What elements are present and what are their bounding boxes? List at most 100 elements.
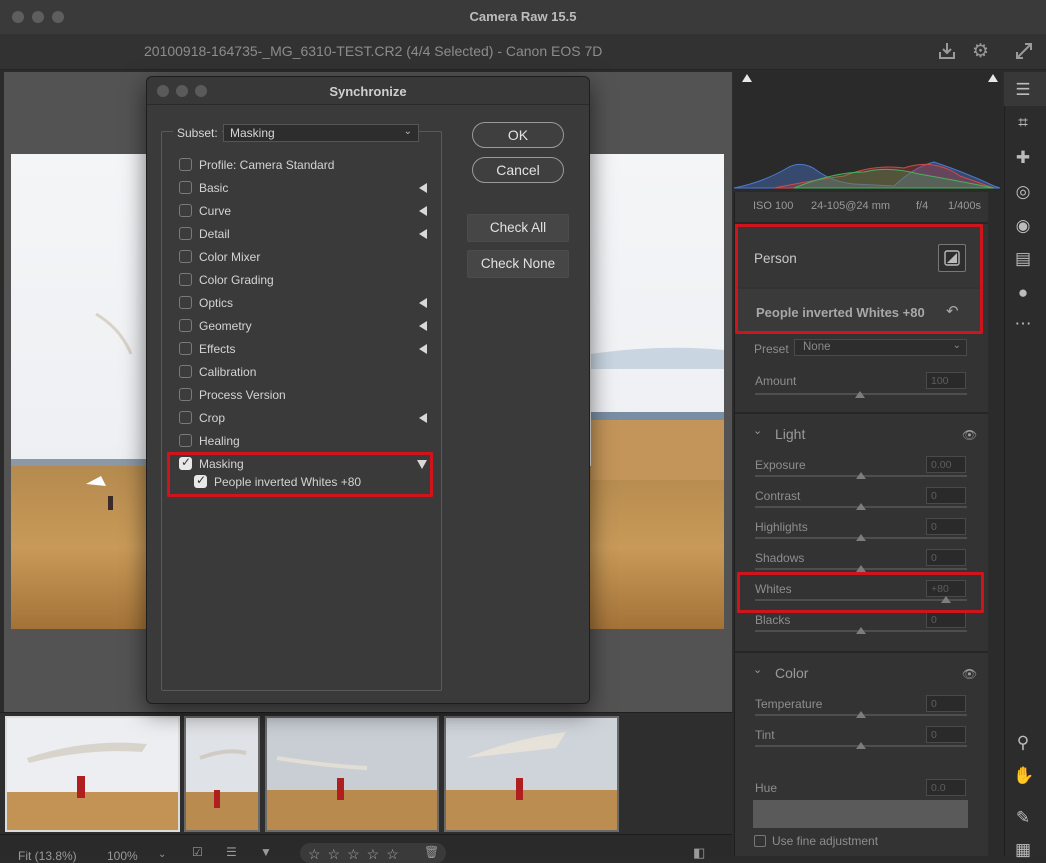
edit-sliders-icon[interactable]: ☰ xyxy=(1013,80,1033,100)
hue-input[interactable]: 0.0 xyxy=(926,779,966,796)
slider-value-input[interactable]: 0 xyxy=(926,518,966,535)
slider-value-input[interactable]: 0 xyxy=(926,549,966,566)
eye-icon[interactable]: 👁 xyxy=(962,667,977,681)
slider-thumb[interactable] xyxy=(856,711,866,718)
masking-icon[interactable]: ◎ xyxy=(1013,182,1033,202)
sync-item-checkbox[interactable] xyxy=(179,342,192,355)
eyedropper-icon[interactable]: ✎ xyxy=(1013,808,1033,828)
slider-label: Shadows xyxy=(755,551,805,565)
slider-value-input[interactable]: 0 xyxy=(926,611,966,628)
save-icon[interactable] xyxy=(937,41,957,61)
check-all-button[interactable]: Check All xyxy=(467,214,569,242)
expand-triangle-icon[interactable] xyxy=(419,206,427,216)
sync-item-label: Basic xyxy=(199,181,229,195)
sync-item-checkbox[interactable] xyxy=(179,434,192,447)
compare-view-icon[interactable]: ◧ xyxy=(693,845,705,861)
sync-item-label: Color Grading xyxy=(199,273,274,287)
crop-icon[interactable]: ⌗ xyxy=(1013,113,1033,133)
gear-icon[interactable]: ⚙ xyxy=(972,40,989,63)
expand-triangle-icon[interactable] xyxy=(419,298,427,308)
filmstrip-thumbnail[interactable] xyxy=(444,716,619,832)
expand-triangle-icon[interactable] xyxy=(419,321,427,331)
amount-input[interactable]: 100 xyxy=(926,372,966,389)
sync-item-checkbox[interactable] xyxy=(179,365,192,378)
fit-zoom-label[interactable]: Fit (13.8%) xyxy=(18,849,77,863)
filmstrip-thumbnail[interactable] xyxy=(184,716,260,832)
red-eye-icon[interactable]: ◉ xyxy=(1013,216,1033,236)
collapse-light-icon[interactable]: ⌄ xyxy=(753,424,762,437)
sync-item-checkbox[interactable] xyxy=(179,411,192,424)
chevron-down-icon[interactable]: ⌄ xyxy=(158,849,166,860)
file-info-bar: 20100918-164735-_MG_6310-TEST.CR2 (4/4 S… xyxy=(0,34,1046,70)
hand-tool-icon[interactable]: ✋ xyxy=(1013,766,1034,786)
sync-item-checkbox[interactable] xyxy=(179,273,192,286)
sync-item-checkbox[interactable] xyxy=(179,227,192,240)
slider-thumb[interactable] xyxy=(856,627,866,634)
slider-label: Exposure xyxy=(755,458,806,472)
light-section-title[interactable]: Light xyxy=(775,426,805,442)
slider-value-input[interactable]: 0 xyxy=(926,726,966,743)
preset-select[interactable]: None ⌄ xyxy=(794,339,967,356)
healing-icon[interactable]: ✚ xyxy=(1013,148,1033,168)
check-none-button[interactable]: Check None xyxy=(467,250,569,278)
slider-thumb[interactable] xyxy=(856,472,866,479)
sync-item-checkbox[interactable] xyxy=(179,181,192,194)
slider-thumb[interactable] xyxy=(856,565,866,572)
subset-select[interactable]: Masking ⌄ xyxy=(223,124,419,142)
expand-triangle-icon[interactable] xyxy=(419,413,427,423)
sync-item-label: Healing xyxy=(199,434,240,448)
sync-item-checkbox[interactable] xyxy=(179,296,192,309)
filmstrip-thumbnail[interactable] xyxy=(265,716,439,832)
ok-button[interactable]: OK xyxy=(472,122,564,148)
snapshots-icon[interactable]: ▤ xyxy=(1013,249,1033,269)
slider-label: Temperature xyxy=(755,697,823,711)
slider-label: Highlights xyxy=(755,520,808,534)
cancel-button[interactable]: Cancel xyxy=(472,157,564,183)
color-section-title[interactable]: Color xyxy=(775,665,808,681)
filter-icon[interactable]: ▼ xyxy=(260,845,272,859)
iso-readout: ISO 100 xyxy=(753,200,794,212)
zoom-tool-icon[interactable]: ⚲ xyxy=(1013,733,1033,753)
slider-value-input[interactable]: 0 xyxy=(926,695,966,712)
presets-icon[interactable]: ● xyxy=(1013,283,1033,303)
sync-item-checkbox[interactable] xyxy=(179,250,192,263)
eye-icon[interactable]: 👁 xyxy=(962,428,977,442)
star-rating-icons[interactable]: ☆☆☆☆☆ xyxy=(308,846,406,863)
slider-label: Tint xyxy=(755,728,775,742)
sort-icon[interactable]: ☰ xyxy=(226,845,237,859)
sync-item-checkbox[interactable] xyxy=(179,388,192,401)
zoom-level[interactable]: 100% xyxy=(107,849,138,863)
fullscreen-icon[interactable] xyxy=(1014,41,1034,61)
dialog-titlebar[interactable]: Synchronize xyxy=(147,77,589,105)
sync-item-checkbox[interactable] xyxy=(179,319,192,332)
hue-gradient-slider[interactable] xyxy=(753,800,968,828)
reset-mask-icon[interactable]: ↶ xyxy=(946,302,959,320)
grid-icon[interactable]: ▦ xyxy=(1013,840,1033,860)
expand-triangle-icon[interactable] xyxy=(419,229,427,239)
slider-value-input[interactable]: 0 xyxy=(926,487,966,504)
subset-value: Masking xyxy=(230,126,275,140)
filter-checkbox-icon[interactable]: ☑ xyxy=(192,845,203,859)
expand-triangle-icon[interactable] xyxy=(419,344,427,354)
chevron-down-icon: ⌄ xyxy=(952,340,961,351)
amount-slider-thumb[interactable] xyxy=(855,391,865,398)
trash-icon[interactable]: 🗑 xyxy=(424,845,439,859)
sync-item-checkbox[interactable] xyxy=(179,204,192,217)
slider-thumb[interactable] xyxy=(856,742,866,749)
fine-adjust-checkbox[interactable] xyxy=(754,835,766,847)
slider-value-input[interactable]: 0.00 xyxy=(926,456,966,473)
slider-label: Blacks xyxy=(755,613,791,627)
slider-thumb[interactable] xyxy=(856,534,866,541)
hue-label: Hue xyxy=(755,781,778,795)
invert-mask-button[interactable] xyxy=(938,244,966,272)
sync-item-checkbox[interactable] xyxy=(179,158,192,171)
whites-highlight-box xyxy=(737,572,984,613)
filmstrip-thumbnail[interactable] xyxy=(5,716,180,832)
sync-item-label: Geometry xyxy=(199,319,252,333)
collapse-color-icon[interactable]: ⌄ xyxy=(753,663,762,676)
slider-thumb[interactable] xyxy=(856,503,866,510)
sync-item-label: Effects xyxy=(199,342,236,356)
expand-triangle-icon[interactable] xyxy=(419,183,427,193)
preset-value: None xyxy=(803,341,831,353)
more-options-icon[interactable]: ⋯ xyxy=(1013,314,1033,334)
